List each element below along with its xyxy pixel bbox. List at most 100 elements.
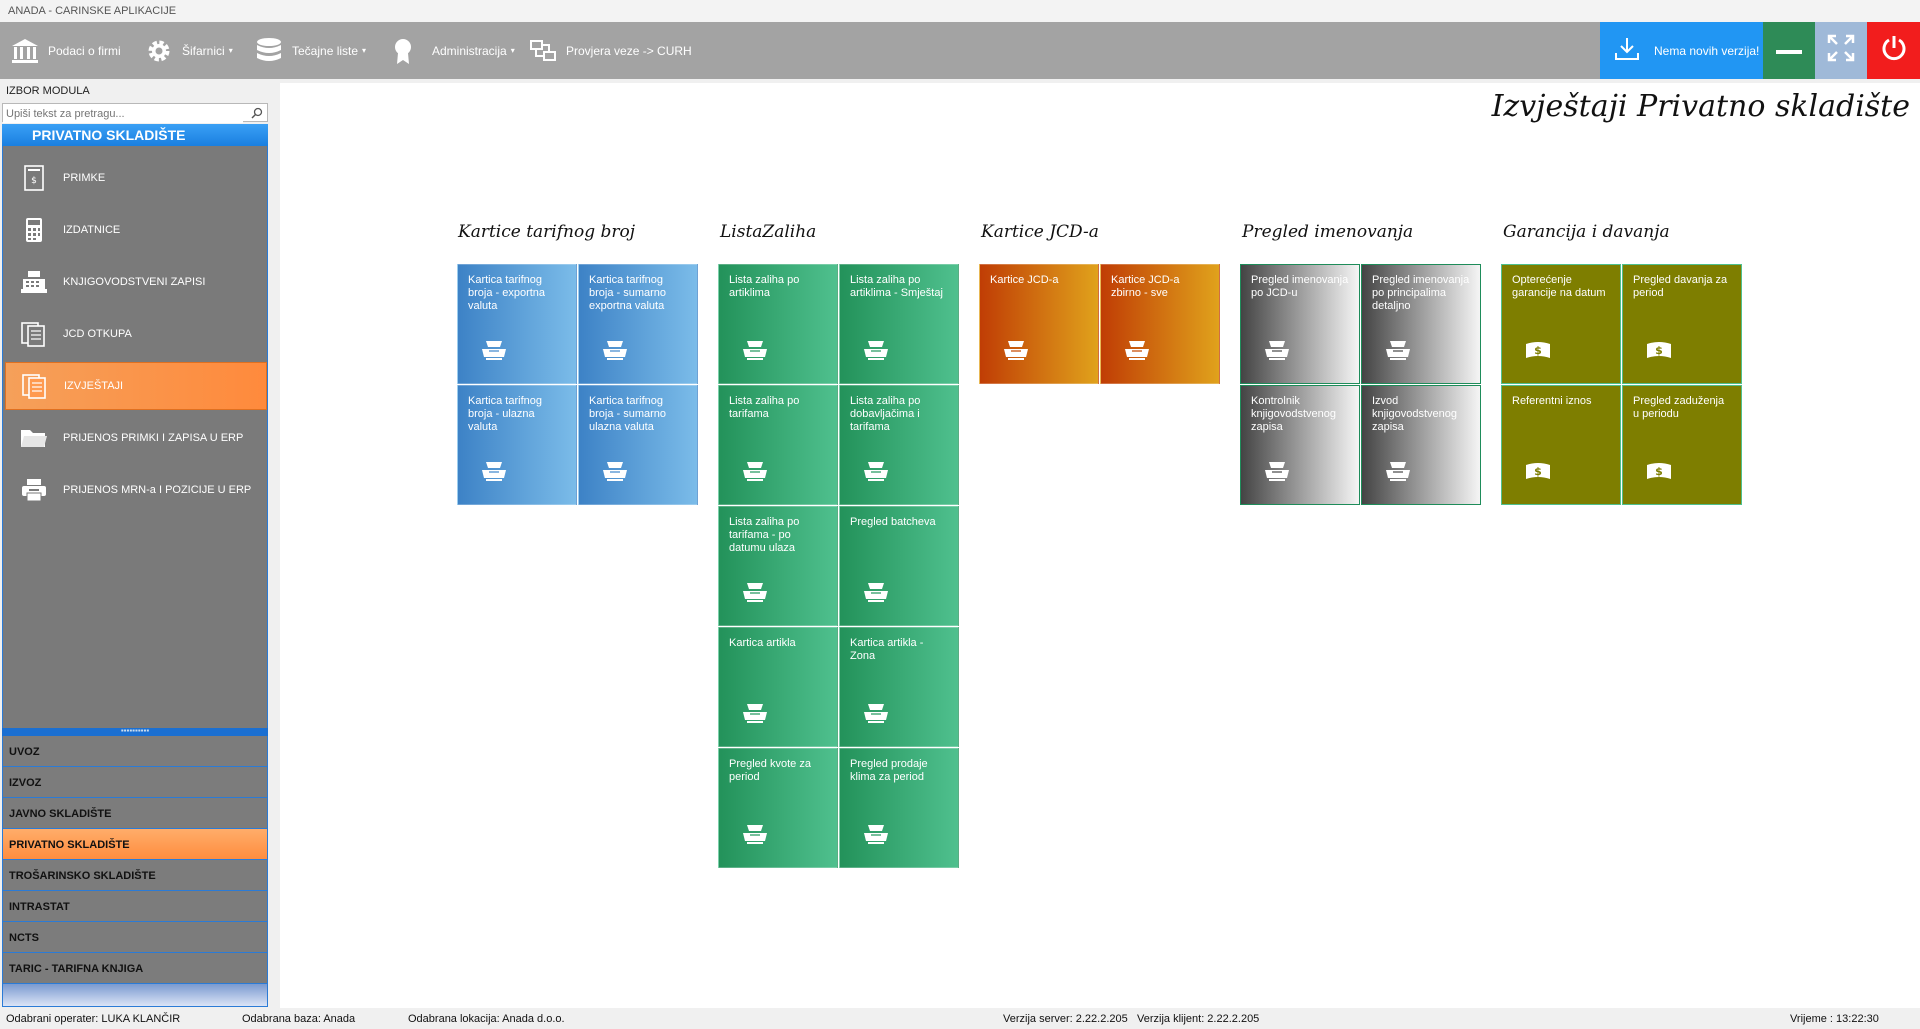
tile-pregled-kvote[interactable]: Pregled kvote za period	[718, 748, 838, 868]
bank-icon	[10, 36, 40, 66]
toolbar-codebooks[interactable]: Šifarnici ▾	[144, 22, 233, 79]
status-client-version: Verzija klijent: 2.22.2.205	[1137, 1013, 1260, 1025]
download-icon	[1614, 36, 1640, 65]
group-title-kartice-tarifnog: Kartice tarifnog broj	[458, 222, 636, 242]
tile-lista-dobavljacima[interactable]: Lista zaliha po dobavljačima i tarifama	[839, 385, 959, 505]
minimize-button[interactable]	[1763, 22, 1815, 79]
toolbar-codebooks-label: Šifarnici	[182, 43, 225, 58]
money-icon: $	[1645, 339, 1673, 367]
module-intrastat[interactable]: INTRASTAT	[2, 891, 268, 922]
tile-label: Lista zaliha po dobavljačima i tarifama	[850, 395, 921, 433]
report-print-icon	[862, 339, 890, 367]
calculator-icon	[19, 215, 49, 245]
update-label: Nema novih verzija!	[1654, 43, 1760, 58]
tile-pregled-zaduzenja[interactable]: Pregled zaduženja u periodu $	[1622, 385, 1742, 505]
sidebar-item-primke[interactable]: $ PRIMKE	[5, 154, 267, 202]
minimize-icon	[1776, 42, 1802, 60]
search-icon[interactable]	[251, 106, 263, 124]
tile-lista-tarifama[interactable]: Lista zaliha po tarifama	[718, 385, 838, 505]
tile-label: Pregled davanja za period	[1633, 274, 1728, 299]
sidebar-item-izvjestaji[interactable]: IZVJEŠTAJI	[5, 362, 267, 410]
module-sidebar: IZBOR MODULA PRIVATNO SKLADIŠTE $ PRIMKE…	[0, 83, 270, 1008]
tile-kartica-artikla-zona[interactable]: Kartica artikla - Zona	[839, 627, 959, 747]
tile-label: Kartice JCD-a	[990, 274, 1059, 286]
module-ncts[interactable]: NCTS	[2, 922, 268, 953]
database-icon	[254, 36, 284, 66]
chevron-down-icon: ▾	[362, 46, 367, 55]
module-trosarinsko-skladiste[interactable]: TROŠARINSKO SKLADIŠTE	[2, 860, 268, 891]
report-print-icon	[741, 823, 769, 851]
tile-kartica-ulazna[interactable]: Kartica tarifnog broja - ulazna valuta	[457, 385, 577, 505]
tile-izvod-zapisa[interactable]: Izvod knjigovodstvenog zapisa	[1361, 385, 1481, 505]
group-title-lista-zaliha: ListaZaliha	[720, 222, 817, 242]
tile-pregled-prodaje-klima[interactable]: Pregled prodaje klima za period	[839, 748, 959, 868]
report-print-icon	[480, 460, 508, 488]
tile-referentni-iznos[interactable]: Referentni iznos $	[1501, 385, 1621, 505]
module-title: PRIVATNO SKLADIŠTE	[2, 124, 268, 146]
update-button[interactable]: Nema novih verzija!	[1600, 22, 1763, 79]
report-icon	[20, 371, 50, 401]
sidebar-item-jcd-otkupa[interactable]: JCD OTKUPA	[5, 310, 267, 358]
toolbar-connection-check[interactable]: Provjera veze -> CURH	[528, 22, 692, 79]
report-print-icon	[741, 581, 769, 609]
sidebar-item-label: IZDATNICE	[63, 224, 121, 236]
tile-label: Kartica artikla	[729, 637, 796, 649]
tile-kontrolnik-zapisa[interactable]: Kontrolnik knjigovodstvenog zapisa	[1240, 385, 1360, 505]
tile-label: Pregled kvote za period	[729, 758, 811, 783]
module-izvoz[interactable]: IZVOZ	[2, 767, 268, 798]
group-title-pregled-imenovanja: Pregled imenovanja	[1242, 222, 1414, 242]
tile-kartica-exportna[interactable]: Kartica tarifnog broja - exportna valuta	[457, 264, 577, 384]
svg-text:$: $	[1534, 344, 1542, 357]
power-icon	[1880, 34, 1908, 67]
svg-text:$: $	[31, 176, 37, 186]
toolbar-administration-label: Administracija	[432, 43, 507, 58]
toolbar-exchange-rates[interactable]: Tečajne liste ▾	[254, 22, 366, 79]
module-privatno-skladiste[interactable]: PRIVATNO SKLADIŠTE	[2, 829, 268, 860]
sidebar-item-label: IZVJEŠTAJI	[64, 380, 124, 392]
module-javno-skladiste[interactable]: JAVNO SKLADIŠTE	[2, 798, 268, 829]
tile-lista-datum-ulaza[interactable]: Lista zaliha po tarifama - po datumu ula…	[718, 506, 838, 626]
tile-lista-artiklima[interactable]: Lista zaliha po artiklima	[718, 264, 838, 384]
chevron-down-icon: ▾	[228, 46, 233, 55]
tile-label: Pregled batcheva	[850, 516, 936, 528]
tile-label: Kartica tarifnog broja - exportna valuta	[468, 274, 546, 312]
tile-kartica-artikla[interactable]: Kartica artikla	[718, 627, 838, 747]
sidebar-splitter[interactable]: ▪▪▪▪▪▪▪▪▪▪	[2, 727, 268, 736]
tile-kartica-sumarno-exportna[interactable]: Kartica tarifnog broja - sumarno exportn…	[578, 264, 698, 384]
status-time: Vrijeme : 13:22:30	[1790, 1013, 1879, 1025]
tile-lista-artiklima-smjestaj[interactable]: Lista zaliha po artiklima - Smještaj	[839, 264, 959, 384]
sidebar-item-label: JCD OTKUPA	[63, 328, 132, 340]
toolbar-company-info[interactable]: Podaci o firmi	[10, 22, 121, 79]
sidebar-item-izdatnice[interactable]: IZDATNICE	[5, 206, 267, 254]
tile-opterecenje-garancije[interactable]: Opterećenje garancije na datum $	[1501, 264, 1621, 384]
toolbar-connection-check-label: Provjera veze -> CURH	[566, 43, 692, 58]
sidebar-item-prijenos-mrn[interactable]: PRIJENOS MRN-a I POZICIJE U ERP	[5, 466, 267, 514]
tile-label: Pregled prodaje klima za period	[850, 758, 928, 783]
tile-label: Izvod knjigovodstvenog zapisa	[1372, 395, 1458, 433]
network-icon	[528, 36, 558, 66]
power-button[interactable]	[1867, 22, 1920, 79]
sidebar-item-label: KNJIGOVODSTVENI ZAPISI	[63, 276, 206, 288]
fullscreen-button[interactable]	[1815, 22, 1867, 79]
tile-label: Lista zaliha po tarifama	[729, 395, 800, 420]
tile-imenovanja-jcd[interactable]: Pregled imenovanja po JCD-u	[1240, 264, 1360, 384]
page-title: Izvještaji Privatno skladište	[1491, 89, 1910, 124]
tile-imenovanja-principali[interactable]: Pregled imenovanja po principalima detal…	[1361, 264, 1481, 384]
toolbar-administration[interactable]: Administracija ▾	[388, 22, 515, 79]
group-title-garancija: Garancija i davanja	[1503, 222, 1670, 242]
tile-pregled-davanja[interactable]: Pregled davanja za period $	[1622, 264, 1742, 384]
svg-text:$: $	[1534, 465, 1542, 478]
sidebar-item-label: PRIJENOS PRIMKI I ZAPISA U ERP	[63, 432, 244, 444]
module-taric[interactable]: TARIC - TARIFNA KNJIGA	[2, 953, 268, 984]
status-operator: Odabrani operater: LUKA KLANČIR	[6, 1013, 181, 1025]
tile-kartice-jcd[interactable]: Kartice JCD-a	[979, 264, 1099, 384]
sidebar-item-knjigovodstveni-zapisi[interactable]: KNJIGOVODSTVENI ZAPISI	[5, 258, 267, 306]
module-uvoz[interactable]: UVOZ	[2, 736, 268, 767]
tile-kartica-sumarno-ulazna[interactable]: Kartica tarifnog broja - sumarno ulazna …	[578, 385, 698, 505]
tile-label: Kontrolnik knjigovodstvenog zapisa	[1251, 395, 1337, 433]
sidebar-item-prijenos-primki[interactable]: PRIJENOS PRIMKI I ZAPISA U ERP	[5, 414, 267, 462]
search-input[interactable]	[3, 105, 243, 123]
tile-kartice-jcd-zbirno[interactable]: Kartice JCD-a zbirno - sve	[1100, 264, 1220, 384]
report-print-icon	[862, 581, 890, 609]
tile-pregled-batcheva[interactable]: Pregled batcheva	[839, 506, 959, 626]
